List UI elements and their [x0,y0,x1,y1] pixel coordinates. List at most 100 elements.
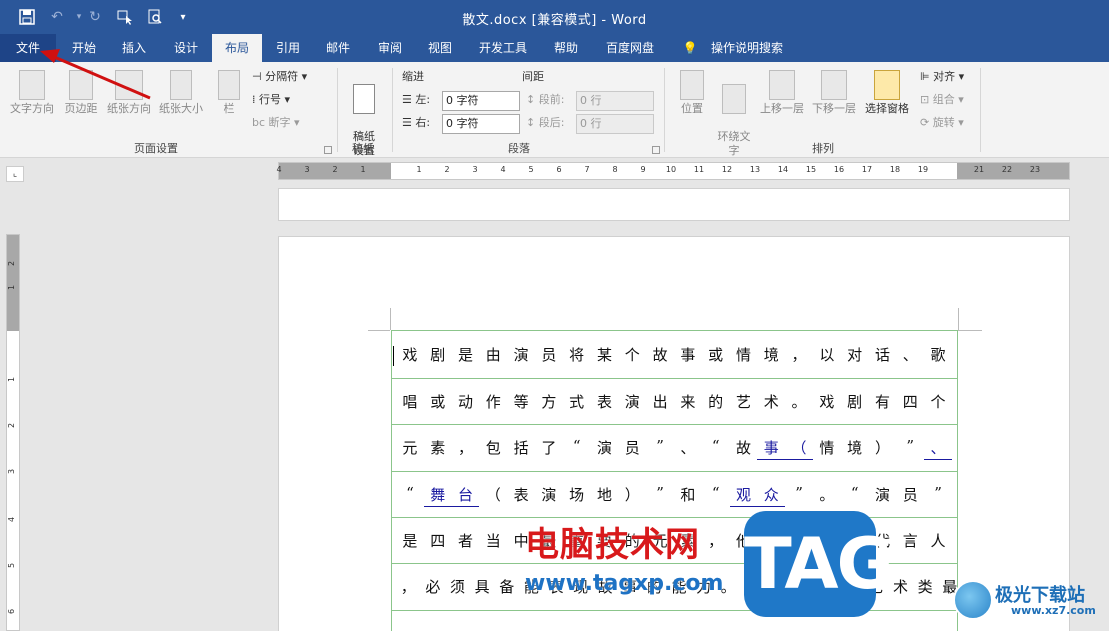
selection-pane-button[interactable]: 选择窗格 [860,70,914,116]
group-button[interactable]: ⊡ 组合 ▾ [920,91,964,109]
tab-file[interactable]: 文件 [0,34,56,62]
page-setup-launcher-icon[interactable] [324,146,332,154]
send-backward-icon [821,70,847,100]
tab-review[interactable]: 审阅 [366,34,414,62]
ruler-tick-label: 22 [1001,165,1013,174]
selection-pane-label: 选择窗格 [865,102,909,115]
manuscript-icon [353,84,375,114]
indent-right-text: 右: [415,116,431,129]
group-label: 组合 [932,93,955,106]
ruler-tick-label: 14 [777,165,789,174]
vertical-ruler-tick-label: 1 [7,284,17,291]
breaks-label: 分隔符 [265,70,299,83]
space-after-text: 段后: [538,116,565,129]
ruler-tick-label: 1 [416,165,422,174]
crop-mark [958,330,982,331]
wrap-text-label: 环绕文 字 [717,130,751,157]
columns-button[interactable]: 栏 [214,70,244,116]
paragraph-group-label: 段落 [508,142,530,155]
tab-insert[interactable]: 插入 [110,34,158,62]
position-icon [680,70,704,100]
vertical-ruler-tick-label: 4 [7,516,17,523]
orientation-icon [115,70,143,100]
tab-selector[interactable]: ⌞ [6,166,24,182]
indent-left-input[interactable]: 0 字符 [442,91,520,111]
group-separator [664,68,665,152]
tab-help[interactable]: 帮助 [542,34,590,62]
indent-right-label: ☰ 右: [402,116,431,129]
bring-forward-label: 上移一层 [760,102,804,115]
ruler-tick-label: 5 [528,165,534,174]
rotate-label: 旋转 [932,116,955,129]
space-before-text: 段前: [538,93,565,106]
watermark-url: www.tagxp.com [525,571,724,596]
rotate-button[interactable]: ⟳ 旋转 ▾ [920,114,964,132]
ruler-tick-label: 21 [973,165,985,174]
text-direction-button[interactable]: 文字方向 [6,70,58,116]
tab-developer[interactable]: 开发工具 [470,34,536,62]
tab-mailings[interactable]: 邮件 [314,34,362,62]
tab-baidu-netdisk[interactable]: 百度网盘 [596,34,664,62]
lightbulb-icon[interactable]: 💡 [680,34,700,62]
selection-pane-icon [874,70,900,100]
arrange-group-label: 排列 [812,142,834,155]
crop-mark [958,308,959,330]
tell-me-search[interactable]: 操作说明搜索 [702,34,792,62]
ruler-tick-label: 4 [500,165,506,174]
grid-line [391,471,958,472]
wrap-text-icon [722,84,746,114]
size-icon [170,70,192,100]
ruler-tick-label: 16 [833,165,845,174]
position-button[interactable]: 位置 [674,70,710,116]
tab-layout[interactable]: 布局 [212,34,262,62]
space-before-input[interactable]: 0 行 [576,91,654,111]
document-line[interactable]: “舞台（表演场地）” 和 “观众”。 “演员” [396,484,952,507]
space-before-label: ↕ 段前: [526,93,565,106]
ruler-tick-label: 19 [917,165,929,174]
align-label: 对齐 [933,70,956,83]
vertical-ruler[interactable]: 2 1 1 2 3 4 5 6 [6,234,20,631]
tab-view[interactable]: 视图 [416,34,464,62]
watermark-cn: 电脑技术网 [525,525,700,565]
tab-home[interactable]: 开始 [60,34,108,62]
hyphenation-label: 断字 [268,116,291,129]
size-button[interactable]: 纸张大小 [156,70,206,116]
document-line[interactable]: 戏剧是由演员将某个故事或情境，以对话、歌 [396,344,952,365]
ribbon-layout: 文字方向 页边距 纸张方向 纸张大小 栏 ⊣ 分隔符 ▾ ⁞ 行号 ▾ bc 断… [0,62,1109,158]
margins-label: 页边距 [64,102,98,115]
ruler-tick-label: 3 [472,165,478,174]
window-title: 散文.docx [兼容模式] - Word [462,13,647,28]
tab-design[interactable]: 设计 [162,34,210,62]
margins-button[interactable]: 页边距 [60,70,102,116]
wrap-text-button[interactable]: 环绕文 字 [714,70,754,158]
orientation-label: 纸张方向 [107,102,151,115]
send-backward-button[interactable]: 下移一层 [808,70,860,116]
horizontal-ruler[interactable]: 4 3 2 1 1 2 3 4 5 6 7 8 9 10 11 12 13 14 15 16 17 18 19 21 22 23 [276,162,1070,180]
bring-forward-button[interactable]: 上移一层 [756,70,808,116]
vertical-ruler-tick-label: 6 [7,608,17,615]
indent-right-input[interactable]: 0 字符 [442,114,520,134]
indent-heading: 缩进 [402,70,424,83]
tab-references[interactable]: 引用 [264,34,312,62]
position-label: 位置 [681,102,703,115]
ruler-tick-label: 10 [665,165,677,174]
ruler-tick-label: 4 [276,165,282,174]
page-setup-group-label: 页面设置 [134,142,178,155]
line-numbers-button[interactable]: ⁞ 行号 ▾ [252,91,290,109]
ruler-tick-label: 12 [721,165,733,174]
space-after-input[interactable]: 0 行 [576,114,654,134]
document-line[interactable]: 元素，包括了 “演员”、 “故事（情境）”、 [396,437,952,460]
paragraph-launcher-icon[interactable] [652,146,660,154]
breaks-button[interactable]: ⊣ 分隔符 ▾ [252,68,307,86]
hyphenation-button[interactable]: bc 断字 ▾ [252,114,300,132]
vertical-ruler-tick-label: 2 [7,260,17,267]
ruler-tick-label: 18 [889,165,901,174]
previous-page [278,188,1070,221]
orientation-button[interactable]: 纸张方向 [104,70,154,116]
document-line[interactable]: 唱或动作等方式表演出来的艺术。戏剧有四个 [396,391,952,412]
jiguang-url: www.xz7.com [1011,604,1096,617]
ruler-tick-label: 13 [749,165,761,174]
align-button[interactable]: ⊫ 对齐 ▾ [920,68,964,86]
text-direction-label: 文字方向 [10,102,54,115]
crop-mark [390,308,391,330]
